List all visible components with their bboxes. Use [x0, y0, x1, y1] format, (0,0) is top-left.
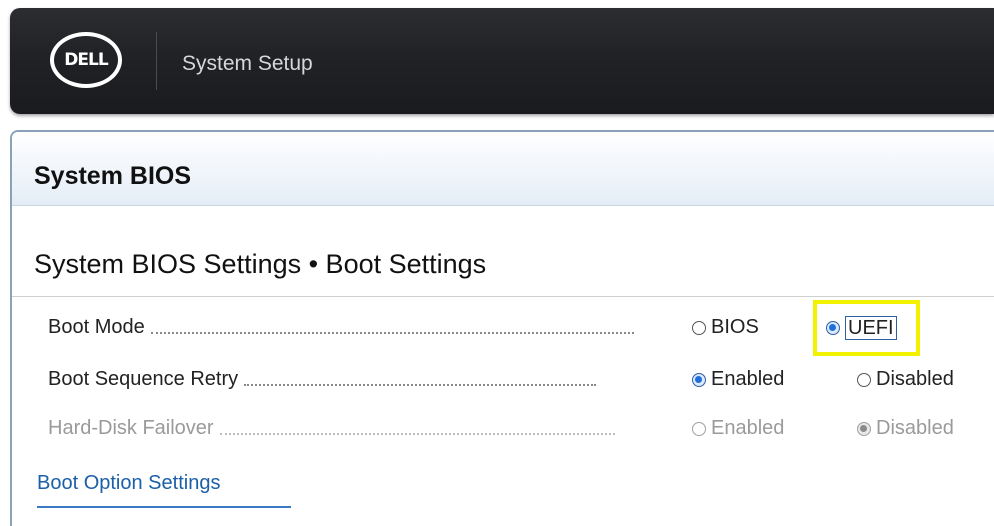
leader-dots	[150, 331, 634, 334]
leader-dots	[244, 383, 597, 386]
setting-label: Boot Sequence Retry	[48, 368, 597, 391]
radio-button-selected-icon[interactable]	[692, 372, 706, 387]
radio-hard-disk-failover-enabled: Enabled	[692, 417, 784, 440]
setting-row-boot-sequence-retry: Boot Sequence Retry Enabled Disabled	[0, 362, 994, 398]
link-underline	[37, 506, 291, 508]
highlight-box	[813, 300, 920, 356]
boot-option-settings-link[interactable]: Boot Option Settings	[37, 472, 220, 495]
radio-button-icon	[692, 421, 706, 436]
radio-boot-sequence-retry-enabled[interactable]: Enabled	[692, 368, 784, 391]
radio-button-icon[interactable]	[692, 320, 706, 335]
section-divider	[12, 296, 994, 297]
radio-button-selected-icon	[857, 421, 871, 436]
setting-label: Boot Mode	[48, 316, 634, 339]
system-setup-screen: DELL System Setup System BIOS System BIO…	[0, 0, 994, 526]
radio-hard-disk-failover-disabled: Disabled	[857, 417, 954, 440]
radio-button-icon[interactable]	[857, 372, 871, 387]
logo-text: DELL	[64, 50, 108, 70]
header-divider	[156, 32, 157, 90]
app-title: System Setup	[182, 52, 313, 75]
page-title: System BIOS	[34, 162, 192, 190]
dell-logo: DELL	[50, 32, 122, 88]
header-bar: DELL System Setup	[10, 8, 994, 114]
leader-dots	[219, 432, 615, 435]
panel-header: System BIOS	[12, 132, 994, 206]
setting-row-hard-disk-failover: Hard-Disk Failover Enabled Disabled	[0, 411, 994, 447]
radio-boot-mode-bios[interactable]: BIOS	[692, 316, 759, 339]
setting-label: Hard-Disk Failover	[48, 417, 615, 440]
section-title: System BIOS Settings • Boot Settings	[34, 249, 487, 279]
radio-boot-sequence-retry-disabled[interactable]: Disabled	[857, 368, 954, 391]
